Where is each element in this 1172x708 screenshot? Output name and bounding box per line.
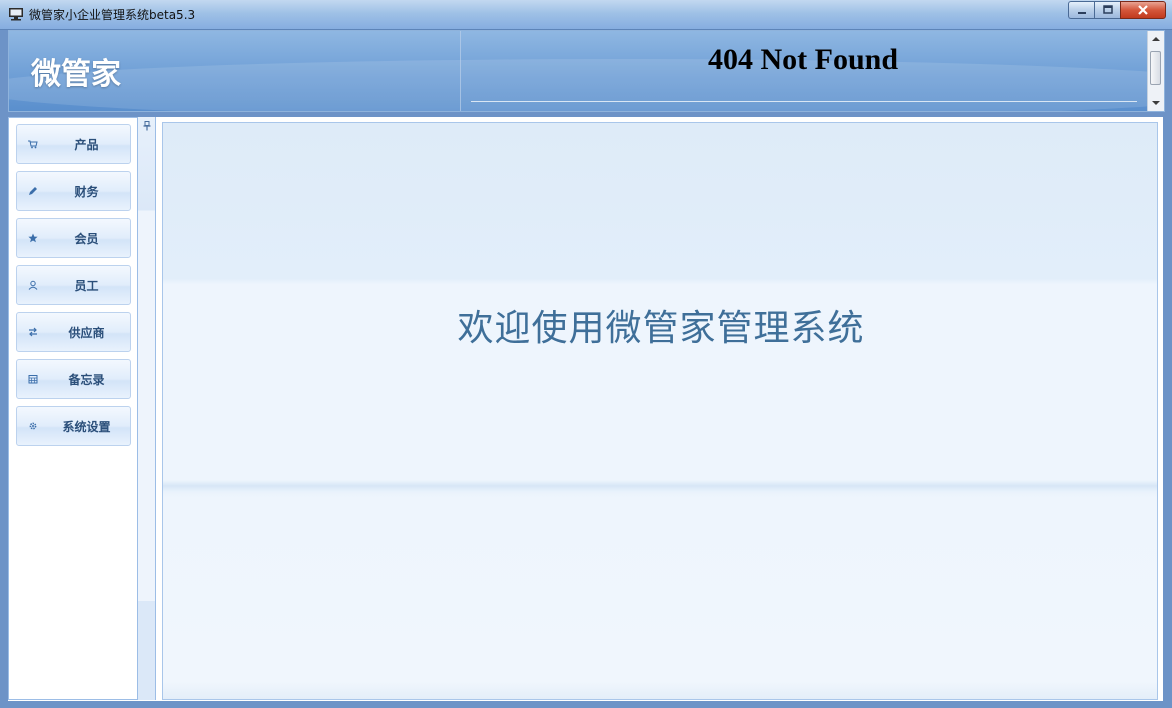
header-notice-rule xyxy=(471,101,1137,102)
sidebar-item-label: 员工 xyxy=(74,279,99,293)
sidebar-item-label: 财务 xyxy=(74,185,99,199)
sidebar-item-staff[interactable]: 员工 xyxy=(16,265,131,305)
maximize-icon xyxy=(1102,5,1113,14)
welcome-message: 欢迎使用微管家管理系统 xyxy=(457,308,865,349)
gear-icon xyxy=(28,421,38,431)
minimize-icon xyxy=(1077,12,1086,14)
window-controls xyxy=(1068,1,1166,20)
calendar-icon xyxy=(28,374,38,384)
sidebar-item-label: 备忘录 xyxy=(68,373,105,387)
sidebar-item-label: 系统设置 xyxy=(62,420,111,434)
sidebar-item-products[interactable]: 产品 xyxy=(16,124,131,164)
star-icon xyxy=(28,233,38,243)
window-bottom-edge xyxy=(0,701,1172,708)
cart-icon xyxy=(28,139,38,149)
close-icon xyxy=(1138,5,1148,15)
minimize-button[interactable] xyxy=(1068,1,1094,19)
body-frame: 产品 财务 会员 员工 供应商 备忘录 系统设置 欢迎使用微管家管理系统 xyxy=(8,117,1163,701)
pin-icon[interactable] xyxy=(143,121,151,131)
user-icon xyxy=(28,280,38,290)
scroll-down-arrow-icon[interactable] xyxy=(1152,101,1160,105)
sidebar-item-settings[interactable]: 系统设置 xyxy=(16,406,131,446)
monitor-icon xyxy=(9,8,23,21)
sidebar-item-label: 供应商 xyxy=(68,326,105,340)
sidebar-item-label: 产品 xyxy=(74,138,99,152)
brand-logo-text: 微管家 xyxy=(31,57,121,92)
sidebar-item-memo[interactable]: 备忘录 xyxy=(16,359,131,399)
maximize-button[interactable] xyxy=(1094,1,1120,19)
scroll-thumb[interactable] xyxy=(1150,51,1161,85)
sidebar-item-suppliers[interactable]: 供应商 xyxy=(16,312,131,352)
exchange-icon xyxy=(28,327,38,337)
app-header: 微管家 404 Not Found xyxy=(8,30,1165,112)
window-title: 微管家小企业管理系统beta5.3 xyxy=(29,8,196,22)
sidebar-splitter[interactable] xyxy=(138,117,156,700)
sidebar-item-members[interactable]: 会员 xyxy=(16,218,131,258)
sidebar-item-label: 会员 xyxy=(74,232,99,246)
scroll-up-arrow-icon[interactable] xyxy=(1152,37,1160,41)
close-button[interactable] xyxy=(1120,1,1166,19)
header-scrollbar[interactable] xyxy=(1147,31,1164,111)
header-notice: 404 Not Found xyxy=(707,43,899,76)
main-content-panel: 欢迎使用微管家管理系统 xyxy=(162,122,1158,700)
pencil-icon xyxy=(28,186,38,196)
sidebar-item-finance[interactable]: 财务 xyxy=(16,171,131,211)
sidebar: 产品 财务 会员 员工 供应商 备忘录 系统设置 xyxy=(8,117,138,700)
window-titlebar[interactable]: 微管家小企业管理系统beta5.3 xyxy=(0,0,1172,30)
